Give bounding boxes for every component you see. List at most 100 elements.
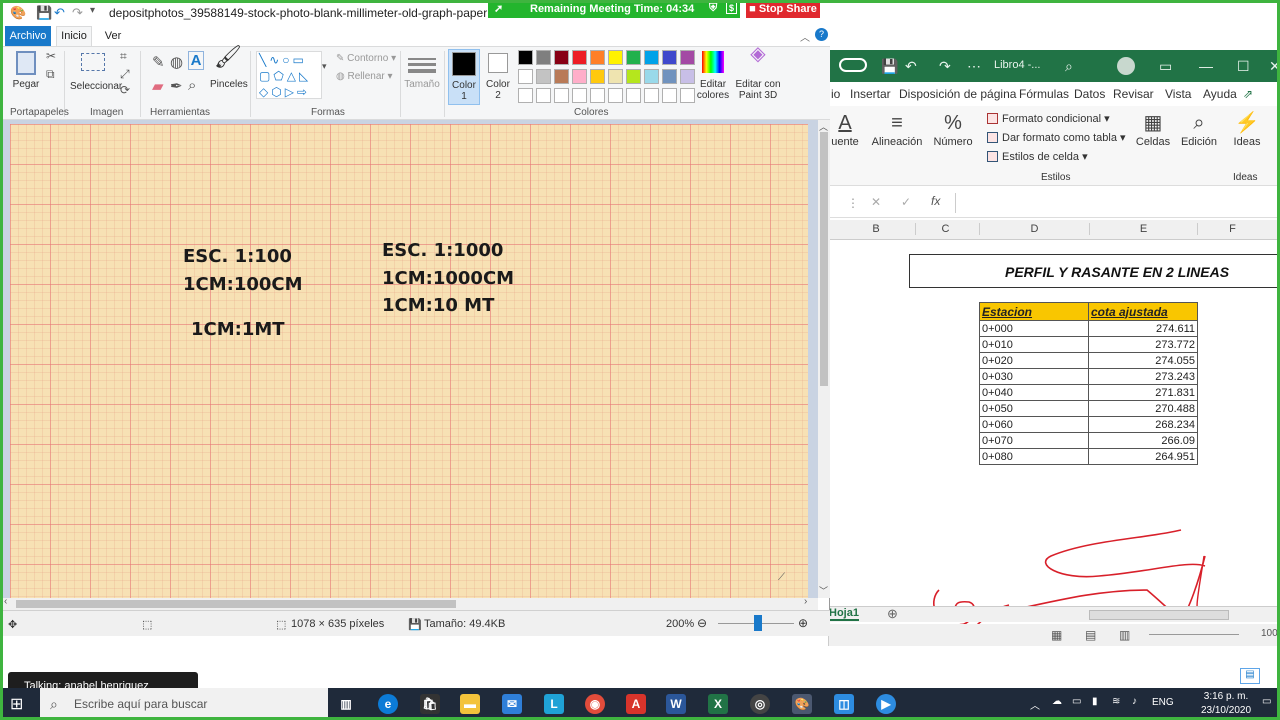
cut-icon[interactable]: ✂ [46,49,56,63]
ideas-button[interactable]: ⚡ Ideas [1225,110,1269,148]
fill-dropdown[interactable]: ◍ Rellenar ▾ [336,71,393,82]
color-picker-icon[interactable]: ✒ [170,77,183,95]
excel-taskbar-icon[interactable]: X [708,694,728,714]
notification-icon[interactable]: ▭ [1262,696,1271,707]
elevation-cell[interactable]: 273.772 [1088,336,1198,353]
cloud-icon[interactable]: ☁ [1052,696,1062,707]
close-icon[interactable]: ✕ [1269,58,1280,75]
worksheet-grid[interactable]: PERFIL Y RASANTE EN 2 LINEAS Estacion co… [829,240,1280,638]
cells-button[interactable]: ▦ Celdas [1131,110,1175,148]
resize-handle-icon[interactable]: ⟋ [778,572,785,583]
palette-swatch[interactable] [518,69,533,84]
zoom-in-icon[interactable]: ⊕ [798,616,808,630]
station-cell[interactable]: 0+070 [979,432,1089,449]
enter-icon[interactable]: ✓ [901,195,911,209]
palette-swatch[interactable] [626,50,641,65]
zoom-meetings-icon[interactable]: ◫ [834,694,854,714]
palette-swatch[interactable] [590,69,605,84]
ribbon-display-icon[interactable]: ▭ [1159,58,1172,75]
palette-swatch[interactable] [608,88,623,103]
column-header-b[interactable]: B [837,223,915,235]
color1-button[interactable]: Color 1 [448,49,480,105]
header-estacion[interactable]: Estacion [979,302,1089,321]
editing-button[interactable]: ⌕ Edición [1177,110,1221,148]
scroll-down-icon[interactable]: ﹀ [819,584,828,597]
alignment-button[interactable]: ≡ Alineación [867,110,927,148]
horizontal-scrollbar[interactable] [1089,610,1229,620]
color2-button[interactable]: Color 2 [482,49,514,101]
normal-view-icon[interactable]: ▦ [1051,628,1062,642]
zoom-app-icon[interactable]: ▶ [876,694,896,714]
station-cell[interactable]: 0+040 [979,384,1089,401]
redo-icon[interactable]: ↷ [939,58,951,75]
palette-swatch[interactable] [644,69,659,84]
tab-help[interactable]: Ayuda [1203,87,1237,101]
undo-icon[interactable]: ↶ [905,58,917,75]
palette-swatch[interactable] [536,88,551,103]
horizontal-scroll-thumb[interactable] [16,600,456,608]
page-break-icon[interactable]: ▥ [1119,628,1130,642]
redo-icon[interactable]: ↷ [72,5,83,21]
acrobat-icon[interactable]: A [626,694,646,714]
account-avatar[interactable] [1117,57,1135,75]
station-cell[interactable]: 0+060 [979,416,1089,433]
formula-input[interactable] [955,193,1280,213]
horizontal-scrollbar[interactable]: ‹ › [0,596,818,610]
elevation-cell[interactable]: 264.951 [1088,448,1198,465]
tab-home[interactable]: Inicio [56,26,92,46]
scroll-left-icon[interactable]: ‹ [4,596,7,607]
drawing-canvas[interactable]: ESC. 1:100 1CM:100CM 1CM:1MT ESC. 1:1000… [10,124,808,598]
column-header-c[interactable]: C [915,223,975,235]
language-indicator[interactable]: ENG [1152,697,1174,708]
maximize-icon[interactable]: ☐ [1237,58,1250,75]
paint3d-button[interactable]: ◈ Editar con Paint 3D [734,44,782,101]
zoom-out-icon[interactable]: ⊖ [697,616,707,630]
palette-swatch[interactable] [518,50,533,65]
palette-swatch[interactable] [608,69,623,84]
file-explorer-icon[interactable]: ▬ [460,694,480,714]
elevation-cell[interactable]: 274.055 [1088,352,1198,369]
rotate-icon[interactable]: ⟳ [120,83,130,97]
palette-swatch[interactable] [572,50,587,65]
palette-swatch[interactable] [644,50,659,65]
tablet-view-icon[interactable]: ▤ [1240,668,1260,684]
palette-swatch[interactable] [680,88,695,103]
tab-formulas[interactable]: Fórmulas [1019,87,1069,101]
task-view-icon[interactable]: ▥ [336,694,356,714]
elevation-cell[interactable]: 268.234 [1088,416,1198,433]
palette-swatch[interactable] [536,50,551,65]
font-group[interactable]: A uente [829,110,861,148]
palette-swatch[interactable] [662,69,677,84]
zoom-slider-thumb[interactable] [754,615,762,631]
minimize-icon[interactable]: — [1199,58,1213,74]
search-icon[interactable]: ⌕ [1065,58,1073,75]
autocad-icon[interactable]: ◎ [750,694,770,714]
palette-swatch[interactable] [680,69,695,84]
tab-home[interactable]: io [831,87,840,101]
elevation-cell[interactable]: 273.243 [1088,368,1198,385]
magnifier-icon[interactable]: ⌕ [188,77,196,94]
tab-review[interactable]: Revisar [1113,87,1154,101]
tab-view[interactable]: Vista [1165,87,1191,101]
sheet-tab-hoja1[interactable]: Hoja1 [829,607,859,621]
station-cell[interactable]: 0+030 [979,368,1089,385]
dollar-icon[interactable]: $ [726,2,738,14]
station-cell[interactable]: 0+080 [979,448,1089,465]
add-sheet-icon[interactable]: ⊕ [887,606,898,622]
tray-overflow-icon[interactable]: ︿ [1030,697,1040,712]
palette-swatch[interactable] [572,69,587,84]
palette-swatch[interactable] [608,50,623,65]
formula-more-icon[interactable]: ⋮ [847,196,859,210]
edge-icon[interactable]: e [378,694,398,714]
quick-access-dropdown-icon[interactable]: ⋯ [967,58,981,75]
station-cell[interactable]: 0+010 [979,336,1089,353]
store-icon[interactable]: 🛍 [420,694,440,714]
station-cell[interactable]: 0+020 [979,352,1089,369]
word-icon[interactable]: W [666,694,686,714]
mail-icon[interactable]: ✉ [502,694,522,714]
outline-dropdown[interactable]: ✎ Contorno ▾ [336,53,396,64]
palette-swatch[interactable] [662,50,677,65]
zoom-slider[interactable] [1149,634,1239,635]
elevation-cell[interactable]: 271.831 [1088,384,1198,401]
edit-colors-button[interactable]: Editar colores [694,49,732,101]
